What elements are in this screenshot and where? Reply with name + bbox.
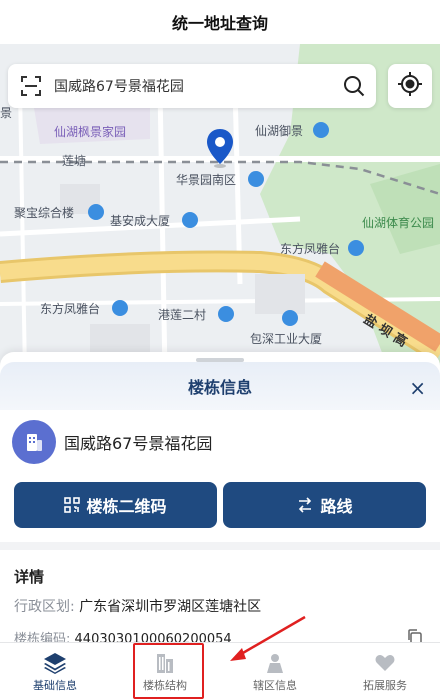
annotation-arrow-icon [230, 615, 306, 661]
app-screen: 统一地址查询 景 仙湖枫景家园 仙湖御景 莲塘 华景园南区 聚宝综合楼 基安成大… [0, 0, 440, 700]
